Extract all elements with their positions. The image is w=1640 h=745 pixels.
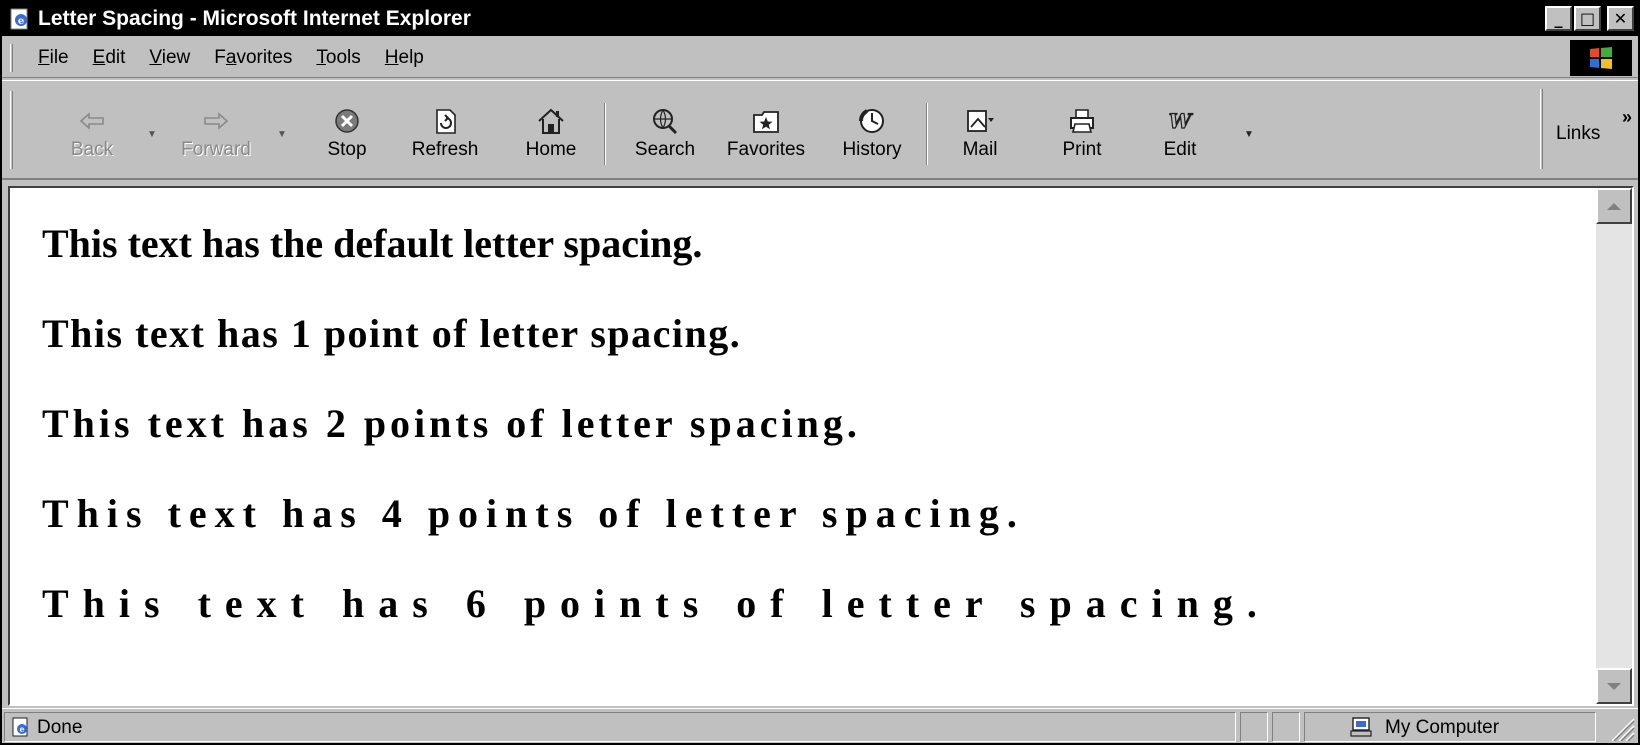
print-label: Print [1062,139,1102,160]
search-globe-icon [653,109,678,135]
back-label: Back [70,139,114,160]
toolbar-grip[interactable] [10,91,13,169]
arrow-up-icon [1607,202,1621,210]
close-button[interactable]: ✕ [1607,6,1634,31]
svg-text:e: e [18,16,24,27]
zone-text: My Computer [1385,717,1500,738]
refresh-label: Refresh [411,139,479,160]
svg-text:e: e [19,724,24,734]
home-icon [538,108,564,134]
page-body: This text has the default letter spacing… [42,218,1271,668]
history-label: History [842,139,902,160]
forward-label: Forward [181,139,251,160]
windows-logo-icon [1570,40,1632,76]
menu-favorites[interactable]: Favorites [202,47,304,69]
forward-arrow-icon [204,112,229,130]
stop-icon [335,109,359,133]
svg-text:W: W [1169,109,1194,133]
favorites-button[interactable]: Favorites [718,81,814,177]
mail-icon [967,110,994,132]
page-viewport: This text has the default letter spacing… [8,186,1634,706]
stop-label: Stop [327,139,367,160]
menu-file[interactable]: File [26,47,81,69]
mail-button[interactable]: Mail [948,81,1012,177]
back-button[interactable]: Back [56,81,128,177]
status-main-pane: e Done [4,712,1236,742]
search-button[interactable]: Search [626,81,704,177]
page-done-icon: e [12,717,28,737]
home-label: Home [525,139,577,160]
title-bar: e Letter Spacing - Microsoft Internet Ex… [2,2,1638,36]
links-grip[interactable] [1540,89,1543,169]
links-button[interactable]: Links [1556,123,1600,145]
ie-page-icon: e [10,8,28,30]
search-label: Search [634,139,696,160]
window-title: Letter Spacing - Microsoft Internet Expl… [38,7,471,30]
text-4pt-spacing: This text has 4 points of letter spacing… [42,491,1025,536]
text-2pt-spacing: This text has 2 points of letter spacing… [42,401,861,446]
computer-icon [1350,717,1372,737]
menu-edit[interactable]: Edit [81,47,138,69]
arrow-down-icon [1607,682,1621,690]
home-button[interactable]: Home [516,81,586,177]
status-pane-progress [1240,712,1268,742]
edit-button[interactable]: W Edit [1152,81,1208,177]
status-zone-pane: My Computer [1304,712,1596,742]
back-arrow-icon [79,112,104,130]
status-pane-security [1272,712,1300,742]
favorites-folder-icon [753,111,779,133]
back-dropdown-icon[interactable]: ▼ [147,129,157,140]
browser-window: e Letter Spacing - Microsoft Internet Ex… [0,0,1640,745]
refresh-icon [436,109,456,134]
word-edit-icon: W [1168,108,1194,133]
menu-bar: File Edit View Favorites Tools Help [2,38,1638,78]
edit-label: Edit [1163,139,1197,160]
menu-grip[interactable] [10,44,13,72]
status-text: Done [37,717,83,738]
print-button[interactable]: Print [1050,81,1114,177]
toolbar-separator [926,103,928,165]
stop-button[interactable]: Stop [314,81,380,177]
history-icon [859,109,884,133]
toolbar-separator [604,103,606,165]
forward-dropdown-icon[interactable]: ▼ [277,129,287,140]
scroll-up-button[interactable] [1596,188,1632,224]
menu-view[interactable]: View [137,47,202,69]
scroll-down-button[interactable] [1596,668,1632,704]
standard-toolbar: Back ▼ Forward ▼ Stop Refresh Home Searc… [2,80,1638,180]
links-chevron-icon[interactable]: » [1622,107,1632,128]
printer-icon [1070,109,1094,133]
text-default-spacing: This text has the default letter spacing… [42,221,703,266]
minimize-button[interactable]: _ [1545,6,1572,31]
maximize-button[interactable]: □ [1574,6,1601,31]
refresh-button[interactable]: Refresh [404,81,486,177]
forward-button[interactable]: Forward [170,81,262,177]
menu-help[interactable]: Help [373,47,436,69]
mail-label: Mail [962,139,998,160]
vertical-scrollbar[interactable] [1596,188,1632,704]
text-1pt-spacing: This text has 1 point of letter spacing. [42,311,742,356]
resize-grip-icon[interactable] [1606,713,1636,741]
history-button[interactable]: History [830,81,914,177]
favorites-label: Favorites [726,139,806,160]
links-bar: Links » [1534,81,1638,177]
text-6pt-spacing: This text has 6 points of letter spacing… [42,581,1271,626]
edit-dropdown-icon[interactable]: ▼ [1244,129,1254,140]
status-bar: e Done My Computer [2,708,1638,743]
menu-tools[interactable]: Tools [304,47,372,69]
